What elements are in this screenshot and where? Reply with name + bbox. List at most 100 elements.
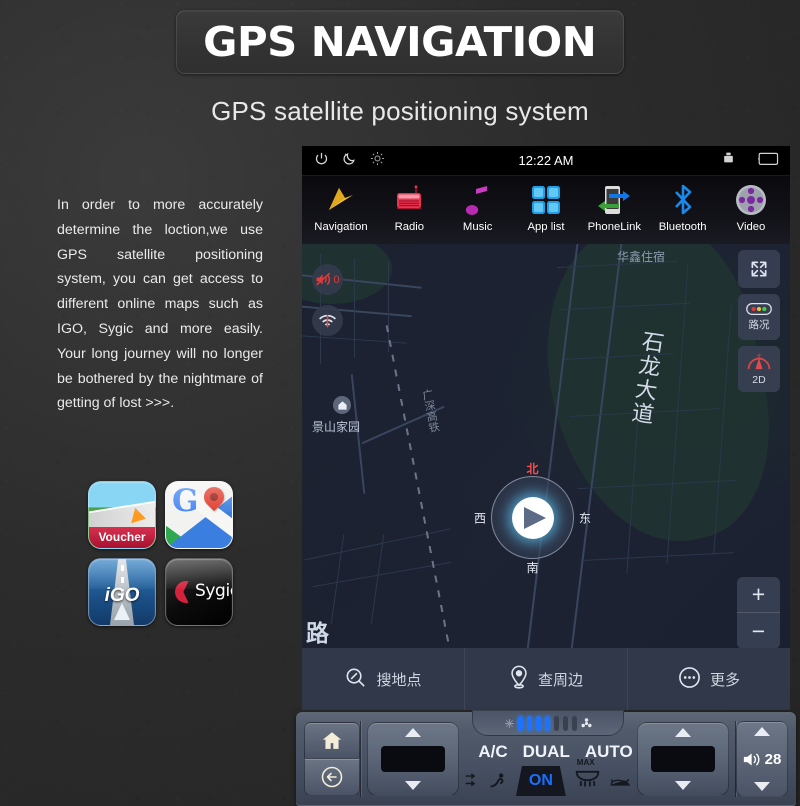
map-traffic-label: 路况: [748, 319, 770, 331]
radio-icon: [376, 181, 442, 219]
sygic-crescent-icon: [175, 581, 189, 603]
home-button[interactable]: [304, 722, 360, 759]
map-label-residence: 景山家园: [312, 420, 361, 434]
map-traffic-button[interactable]: 路况: [738, 294, 780, 340]
fan-speed-indicator[interactable]: [472, 710, 624, 736]
igo-nav-arrow-icon: [114, 603, 130, 620]
launcher-item-video[interactable]: Video: [718, 181, 784, 233]
launcher-item-radio[interactable]: Radio: [376, 181, 442, 233]
app-icon-voucher-label: Voucher: [89, 527, 155, 548]
temp-up-icon[interactable]: [675, 728, 691, 737]
compass-south-label: 南: [526, 561, 539, 575]
passenger-temp-display: [651, 746, 715, 772]
airflow-icon[interactable]: [465, 768, 480, 794]
phonelink-icon: [581, 181, 647, 219]
volume-control[interactable]: 28: [736, 721, 788, 797]
temp-up-icon[interactable]: [405, 728, 421, 737]
compass-east-label: 东: [578, 511, 591, 525]
launcher-item-phonelink[interactable]: PhoneLink: [581, 181, 647, 233]
volume-down-icon[interactable]: [754, 782, 770, 791]
hardware-control-panel: A/C DUAL AUTO ON MAX 28: [296, 710, 796, 806]
temp-down-icon[interactable]: [675, 781, 691, 790]
fan-seg: [544, 715, 550, 731]
passenger-temperature-control[interactable]: [637, 722, 729, 796]
app-icon-igo[interactable]: iGO: [88, 558, 156, 626]
app-icon-google-maps[interactable]: G: [165, 481, 233, 549]
seat-airflow-icon[interactable]: [489, 768, 507, 794]
launcher-label: Music: [462, 221, 493, 233]
fan-seg: [535, 715, 541, 731]
temp-down-icon[interactable]: [405, 781, 421, 790]
map-label-hotel: 华鑫住宿: [617, 250, 666, 264]
svg-text:北: 北: [756, 353, 762, 360]
map-road: [354, 258, 356, 358]
status-bar: 12:22 AM: [302, 146, 790, 176]
launcher-label: Video: [736, 221, 766, 233]
fan-seg: [571, 715, 577, 731]
navigation-arrow-icon: [308, 181, 374, 219]
fan-seg: [553, 715, 559, 731]
map-more-label: 更多: [709, 671, 740, 689]
climate-ac-label[interactable]: A/C: [478, 742, 507, 762]
page-subtitle: GPS satellite positioning system: [211, 96, 589, 126]
compass-west-label: 西: [474, 511, 487, 525]
map-zoom-in-button[interactable]: +: [737, 577, 780, 613]
app-icon-voucher[interactable]: Voucher: [88, 481, 156, 549]
map-position-compass[interactable]: 北 南 西 东: [474, 462, 591, 575]
map-view[interactable]: 0 路况 北 2D 景山家园 华鑫住宿 广深高铁 路 石龙大道 北 南 西 东 …: [302, 244, 790, 710]
climate-dual-label[interactable]: DUAL: [523, 742, 570, 762]
status-bar-clock: 12:22 AM: [518, 153, 574, 168]
app-icon-grid: Voucher G iGO Sygic: [88, 481, 234, 635]
google-g-letter: G: [172, 483, 199, 519]
driver-temperature-control[interactable]: [367, 722, 459, 796]
recirculate-icon[interactable]: [609, 771, 631, 792]
climate-icon-row: ON MAX: [465, 758, 631, 796]
launcher-label: Bluetooth: [658, 221, 707, 233]
launcher-item-app-list[interactable]: App list: [513, 181, 579, 233]
map-more-button[interactable]: 更多: [627, 648, 790, 710]
launcher-item-bluetooth[interactable]: Bluetooth: [650, 181, 716, 233]
map-zoom-out-button[interactable]: −: [737, 613, 780, 649]
app-icon-sygic[interactable]: Sygic: [165, 558, 233, 626]
film-reel-icon: [718, 181, 784, 219]
map-pin-icon: [509, 665, 529, 693]
page-title: GPS NAVIGATION: [203, 18, 597, 66]
climate-controls: A/C DUAL AUTO ON MAX: [465, 710, 633, 806]
back-button[interactable]: [304, 759, 360, 796]
music-note-icon: [445, 181, 511, 219]
volume-up-icon[interactable]: [754, 727, 770, 736]
app-grid-icon: [513, 181, 579, 219]
description-paragraph: In order to more accurately determine th…: [57, 197, 263, 412]
map-signal-button[interactable]: [312, 305, 343, 336]
driver-temp-display: [381, 746, 445, 772]
map-search-place-label: 搜地点: [376, 671, 422, 689]
speaker-icon: [743, 752, 760, 766]
launcher-label: PhoneLink: [587, 221, 641, 233]
page-title-banner: GPS NAVIGATION: [176, 10, 624, 74]
climate-on-button[interactable]: ON: [515, 766, 566, 796]
max-defrost-group[interactable]: MAX: [575, 758, 600, 793]
fan-seg: [517, 715, 523, 731]
climate-on-label: ON: [528, 772, 553, 789]
launcher-label: App list: [527, 221, 565, 233]
bluetooth-icon: [650, 181, 716, 219]
panel-divider: [360, 721, 361, 797]
volume-readout: 28: [743, 751, 781, 768]
head-unit-device: 12:22 AM Navigation Radio Music App list…: [296, 146, 796, 806]
launcher-item-navigation[interactable]: Navigation: [308, 181, 374, 233]
map-2d-button[interactable]: 北 2D: [738, 346, 780, 392]
map-2d-label: 2D: [752, 373, 766, 386]
search-icon: [344, 666, 367, 693]
mute-badge-count: 0: [333, 273, 340, 286]
max-defrost-label: MAX: [576, 758, 595, 767]
map-collapse-button[interactable]: [738, 250, 780, 288]
map-mute-button[interactable]: 0: [312, 264, 343, 295]
map-zoom-controls: + −: [737, 577, 780, 649]
app-icon-sygic-label: Sygic: [195, 581, 232, 601]
launcher-item-music[interactable]: Music: [445, 181, 511, 233]
screen-icon: [757, 151, 779, 171]
app-launcher-bar: Navigation Radio Music App list PhoneLin…: [302, 176, 790, 244]
map-nearby-button[interactable]: 查周边: [464, 648, 627, 710]
map-search-place-button[interactable]: 搜地点: [302, 648, 464, 710]
max-defrost-icon: [575, 770, 600, 787]
